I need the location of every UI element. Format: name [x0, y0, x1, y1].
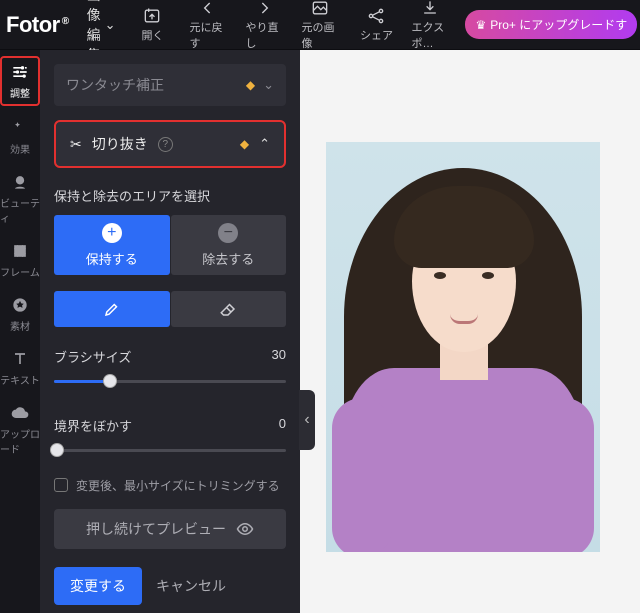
nav-frame[interactable]: フレーム [0, 237, 40, 283]
blur-value: 0 [279, 416, 286, 435]
nav-upload[interactable]: アップロード [0, 399, 40, 460]
image-preview[interactable] [326, 142, 600, 552]
cutout-section-header[interactable]: ✂ 切り抜き ? ◆ ⌃ [54, 120, 286, 168]
nav-adjust[interactable]: 調整 [0, 56, 40, 106]
chevron-up-icon: ⌃ [259, 136, 270, 152]
adjust-panel: ワンタッチ補正 ◆ ⌄ ✂ 切り抜き ? ◆ ⌃ 保持と除去のエリアを選択 + [40, 50, 300, 613]
crop-after-label: 変更後、最小サイズにトリミングする [76, 477, 280, 495]
blur-row: 境界をぼかす 0 [54, 416, 286, 435]
nav-beauty-label: ビューティ [0, 195, 40, 225]
export-button[interactable]: エクスポ… [411, 0, 449, 51]
logo-text: Fotor [6, 12, 60, 38]
apply-label: 変更する [70, 578, 126, 594]
redo-button[interactable]: やり直し [245, 0, 283, 51]
remove-label: 除去する [202, 249, 254, 268]
eraser-icon [219, 300, 237, 318]
nav-assets[interactable]: 素材 [0, 291, 40, 337]
crown-icon: ♛ [475, 18, 486, 32]
brush-size-row: ブラシサイズ 30 [54, 347, 286, 366]
original-button[interactable]: 元の画像 [301, 0, 339, 51]
brush-tool[interactable] [54, 291, 170, 327]
open-label: 開く [141, 27, 163, 43]
left-nav: 調整 効果 ビューティ フレーム 素材 テキスト アップロード [0, 50, 40, 613]
brush-size-value: 30 [272, 347, 286, 366]
diamond-icon: ◆ [246, 78, 255, 92]
undo-button[interactable]: 元に戻す [189, 0, 227, 51]
nav-text[interactable]: テキスト [0, 345, 40, 391]
canvas-area[interactable]: ‹ [300, 50, 640, 613]
keep-button[interactable]: + 保持する [54, 215, 170, 275]
chevron-down-icon: ⌄ [105, 17, 116, 33]
redo-label: やり直し [245, 19, 283, 51]
nav-frame-label: フレーム [0, 264, 40, 279]
tool-segment [54, 291, 286, 327]
eraser-tool[interactable] [171, 291, 287, 327]
plus-icon: + [102, 223, 122, 243]
scissors-icon: ✂ [70, 136, 82, 153]
keep-label: 保持する [86, 249, 138, 268]
preview-label: 押し続けてプレビュー [86, 519, 226, 539]
pencil-icon [103, 300, 121, 318]
nav-text-label: テキスト [0, 372, 40, 387]
cancel-label: キャンセル [156, 578, 226, 594]
registered-icon: ® [62, 16, 69, 27]
share-label: シェア [360, 27, 393, 43]
keep-remove-segment: + 保持する − 除去する [54, 215, 286, 275]
chevron-left-icon: ‹ [304, 411, 309, 429]
collapse-panel-button[interactable]: ‹ [299, 390, 315, 450]
export-label: エクスポ… [411, 19, 449, 51]
blur-slider[interactable] [54, 441, 286, 459]
help-icon[interactable]: ? [158, 137, 173, 152]
nav-adjust-label: 調整 [10, 85, 30, 100]
top-bar: Fotor® 画像編集 ⌄ 開く 元に戻す やり直し 元の画像 シェア エクスポ… [0, 0, 640, 50]
nav-assets-label: 素材 [10, 318, 30, 333]
nav-beauty[interactable]: ビューティ [0, 168, 40, 229]
diamond-icon: ◆ [240, 137, 249, 151]
open-button[interactable]: 開く [133, 6, 171, 43]
nav-effects-label: 効果 [10, 141, 30, 156]
quick-enhance-label: ワンタッチ補正 [66, 75, 164, 95]
original-label: 元の画像 [301, 19, 339, 51]
logo[interactable]: Fotor® [6, 12, 69, 38]
blur-label: 境界をぼかす [54, 416, 132, 435]
chevron-down-icon: ⌄ [263, 77, 274, 93]
minus-icon: − [218, 223, 238, 243]
pro-label: Pro+ にアップグレードす [490, 16, 627, 33]
remove-button[interactable]: − 除去する [171, 215, 287, 275]
crop-after-row[interactable]: 変更後、最小サイズにトリミングする [54, 477, 286, 495]
area-hint: 保持と除去のエリアを選択 [54, 186, 286, 205]
nav-upload-label: アップロード [0, 426, 40, 456]
brush-size-slider[interactable] [54, 372, 286, 390]
quick-enhance-row[interactable]: ワンタッチ補正 ◆ ⌄ [54, 64, 286, 106]
eye-icon [236, 520, 254, 538]
pro-upgrade-button[interactable]: ♛ Pro+ にアップグレードす [465, 10, 637, 39]
nav-effects[interactable]: 効果 [0, 114, 40, 160]
preview-button[interactable]: 押し続けてプレビュー [54, 509, 286, 549]
brush-size-label: ブラシサイズ [54, 347, 131, 366]
share-button[interactable]: シェア [357, 6, 395, 43]
checkbox[interactable] [54, 478, 68, 492]
undo-label: 元に戻す [189, 19, 227, 51]
cutout-title: 切り抜き [92, 134, 148, 154]
cancel-button[interactable]: キャンセル [156, 576, 226, 596]
apply-button[interactable]: 変更する [54, 567, 142, 605]
